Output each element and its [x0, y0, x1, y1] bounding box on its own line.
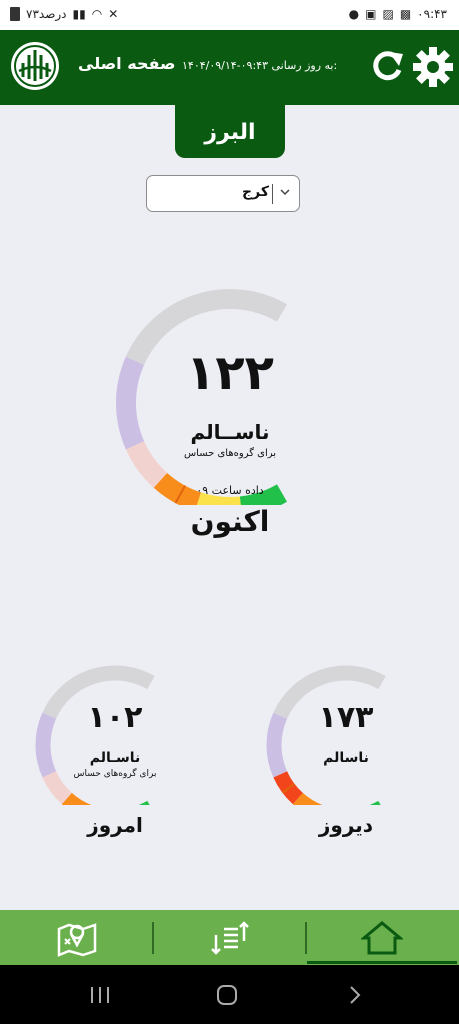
- status-time: ۰۹:۴۳: [417, 7, 447, 21]
- today-label: امروز: [87, 813, 143, 837]
- status-right: ● ▣ ▨ ▩ ۰۹:۴۳: [349, 7, 447, 21]
- sort-list-icon: [211, 920, 249, 955]
- today-aqi-value: ۱۰۲: [87, 700, 143, 735]
- current-aqi-sub: برای گروه‌های حساس: [183, 448, 277, 459]
- battery-icon: [10, 7, 20, 21]
- current-aqi-status: ناســالم: [190, 420, 270, 444]
- status-bar: ۷۳درصد ▮▮ ◠ ✕ ● ▣ ▨ ▩ ۰۹:۴۳: [0, 0, 459, 30]
- refresh-button[interactable]: [367, 46, 407, 86]
- yesterday-gauge-segment: [273, 770, 304, 805]
- yesterday-aqi-value: ۱۷۳: [318, 700, 374, 735]
- yesterday-label: دیروز: [318, 813, 374, 837]
- gallery-icon: ▩: [399, 7, 412, 21]
- current-data-hour: داده ساعت ۰۹: [196, 484, 264, 497]
- calendar-icon: ▣: [365, 7, 377, 21]
- city-select-value: کرج: [242, 184, 269, 200]
- environment-logo-icon: [11, 42, 59, 90]
- image-icon: ▨: [382, 7, 394, 21]
- last-updated-value: ۱۴۰۴/۰۹/۱۴-۰۹:۴۳: [182, 59, 268, 72]
- city-select-separator: [272, 184, 273, 204]
- home-icon: [361, 920, 403, 954]
- today-gauge-segment: [61, 792, 92, 805]
- today-aqi-sub: برای گروه‌های حساس: [73, 769, 157, 779]
- last-updated-label: به روز رسانی:: [271, 59, 338, 72]
- settings-button[interactable]: [412, 46, 454, 88]
- map-icon: [57, 922, 97, 957]
- current-aqi-value: ۱۲۲: [186, 345, 274, 401]
- today-aqi-status: ناسـالم: [89, 750, 141, 766]
- notification-dot-icon: ●: [348, 7, 360, 21]
- city-select[interactable]: کرج: [146, 175, 300, 212]
- chevron-down-icon: [280, 189, 290, 196]
- wifi-icon: ◠: [91, 7, 103, 21]
- home-circle-icon[interactable]: [207, 983, 247, 1007]
- battery-text: ۷۳درصد: [26, 7, 67, 21]
- recent-apps-icon[interactable]: [80, 983, 120, 1007]
- system-navigation-bar: [0, 965, 459, 1024]
- status-left: ۷۳درصد ▮▮ ◠ ✕: [10, 7, 118, 21]
- back-chevron-icon[interactable]: [335, 983, 375, 1007]
- province-tab: البرز: [175, 105, 285, 158]
- signal-icon: ▮▮: [72, 7, 86, 21]
- yesterday-gauge-segment: [292, 792, 323, 805]
- last-updated: ۱۴۰۴/۰۹/۱۴-۰۹:۴۳ به روز رسانی:: [182, 59, 343, 72]
- nav-map-button[interactable]: [2, 910, 152, 965]
- app-header: صفحه اصلی ۱۴۰۴/۰۹/۱۴-۰۹:۴۳ به روز رسانی:: [0, 30, 459, 105]
- nav-sort-button[interactable]: [154, 910, 304, 965]
- current-label: اکنون: [190, 505, 270, 538]
- page-title: صفحه اصلی: [78, 54, 176, 73]
- nav-home-button[interactable]: [307, 910, 457, 965]
- nav-active-indicator: [307, 961, 457, 964]
- yesterday-aqi-status: ناسالم: [323, 750, 369, 766]
- mute-icon: ✕: [108, 7, 119, 21]
- bottom-navigation: [0, 910, 459, 965]
